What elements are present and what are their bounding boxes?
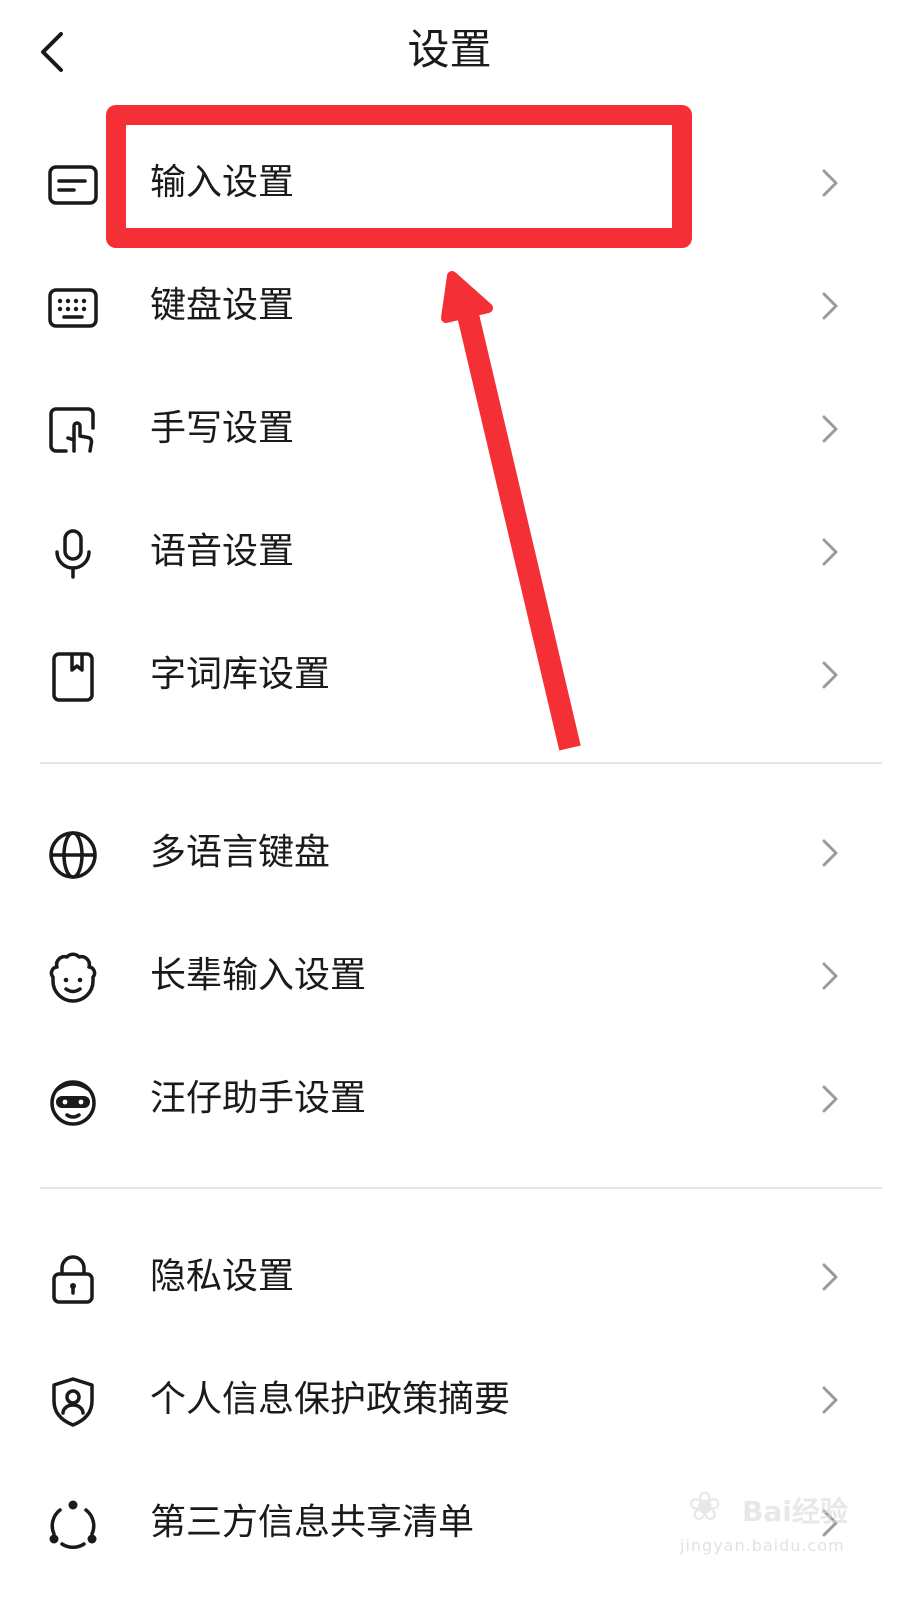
chevron-right-icon (818, 166, 842, 200)
settings-item-label: 长辈输入设置 (150, 955, 367, 996)
chevron-right-icon (818, 535, 842, 569)
settings-item-label: 汪仔助手设置 (150, 1078, 367, 1119)
section-divider (40, 1187, 882, 1189)
chevron-right-icon (818, 959, 842, 993)
settings-item-label: 手写设置 (150, 408, 295, 449)
settings-item-label: 键盘设置 (150, 285, 295, 326)
settings-item-assistant[interactable]: 汪仔助手设置 (0, 1044, 899, 1154)
page-title: 设置 (407, 25, 492, 74)
chevron-right-icon (818, 1506, 842, 1540)
input-icon (46, 158, 100, 212)
chevron-right-icon (818, 658, 842, 692)
header: 设置 (0, 0, 899, 100)
dictionary-icon (46, 650, 100, 704)
settings-item-label: 第三方信息共享清单 (150, 1502, 475, 1543)
settings-item-label: 隐私设置 (150, 1256, 295, 1297)
settings-item-privacy[interactable]: 隐私设置 (0, 1222, 899, 1332)
chevron-right-icon (818, 1383, 842, 1417)
settings-item-label: 多语言键盘 (150, 832, 331, 873)
section-divider (40, 762, 882, 764)
chevron-right-icon (818, 1260, 842, 1294)
lock-icon (46, 1252, 100, 1306)
chevron-right-icon (818, 836, 842, 870)
settings-item-label: 语音设置 (150, 531, 295, 572)
settings-item-input[interactable]: 输入设置 (0, 128, 899, 238)
settings-item-multilanguage[interactable]: 多语言键盘 (0, 798, 899, 908)
settings-item-third-party[interactable]: 第三方信息共享清单 (0, 1468, 899, 1578)
settings-item-privacy-policy[interactable]: 个人信息保护政策摘要 (0, 1345, 899, 1455)
microphone-icon (46, 527, 100, 581)
settings-item-label: 字词库设置 (150, 654, 331, 695)
share-nodes-icon (46, 1498, 100, 1552)
settings-item-keyboard[interactable]: 键盘设置 (0, 251, 899, 361)
settings-item-label: 输入设置 (150, 162, 295, 203)
chevron-right-icon (818, 289, 842, 323)
globe-icon (46, 828, 100, 882)
settings-item-elder-input[interactable]: 长辈输入设置 (0, 921, 899, 1031)
settings-item-handwriting[interactable]: 手写设置 (0, 374, 899, 484)
chevron-right-icon (818, 1082, 842, 1116)
elder-face-icon (46, 951, 100, 1005)
settings-item-label: 个人信息保护政策摘要 (150, 1379, 511, 1420)
shield-user-icon (46, 1375, 100, 1429)
assistant-mascot-icon (46, 1074, 100, 1128)
keyboard-icon (46, 281, 100, 335)
handwriting-icon (46, 404, 100, 458)
chevron-right-icon (818, 412, 842, 446)
settings-item-voice[interactable]: 语音设置 (0, 497, 899, 607)
settings-item-dictionary[interactable]: 字词库设置 (0, 620, 899, 730)
